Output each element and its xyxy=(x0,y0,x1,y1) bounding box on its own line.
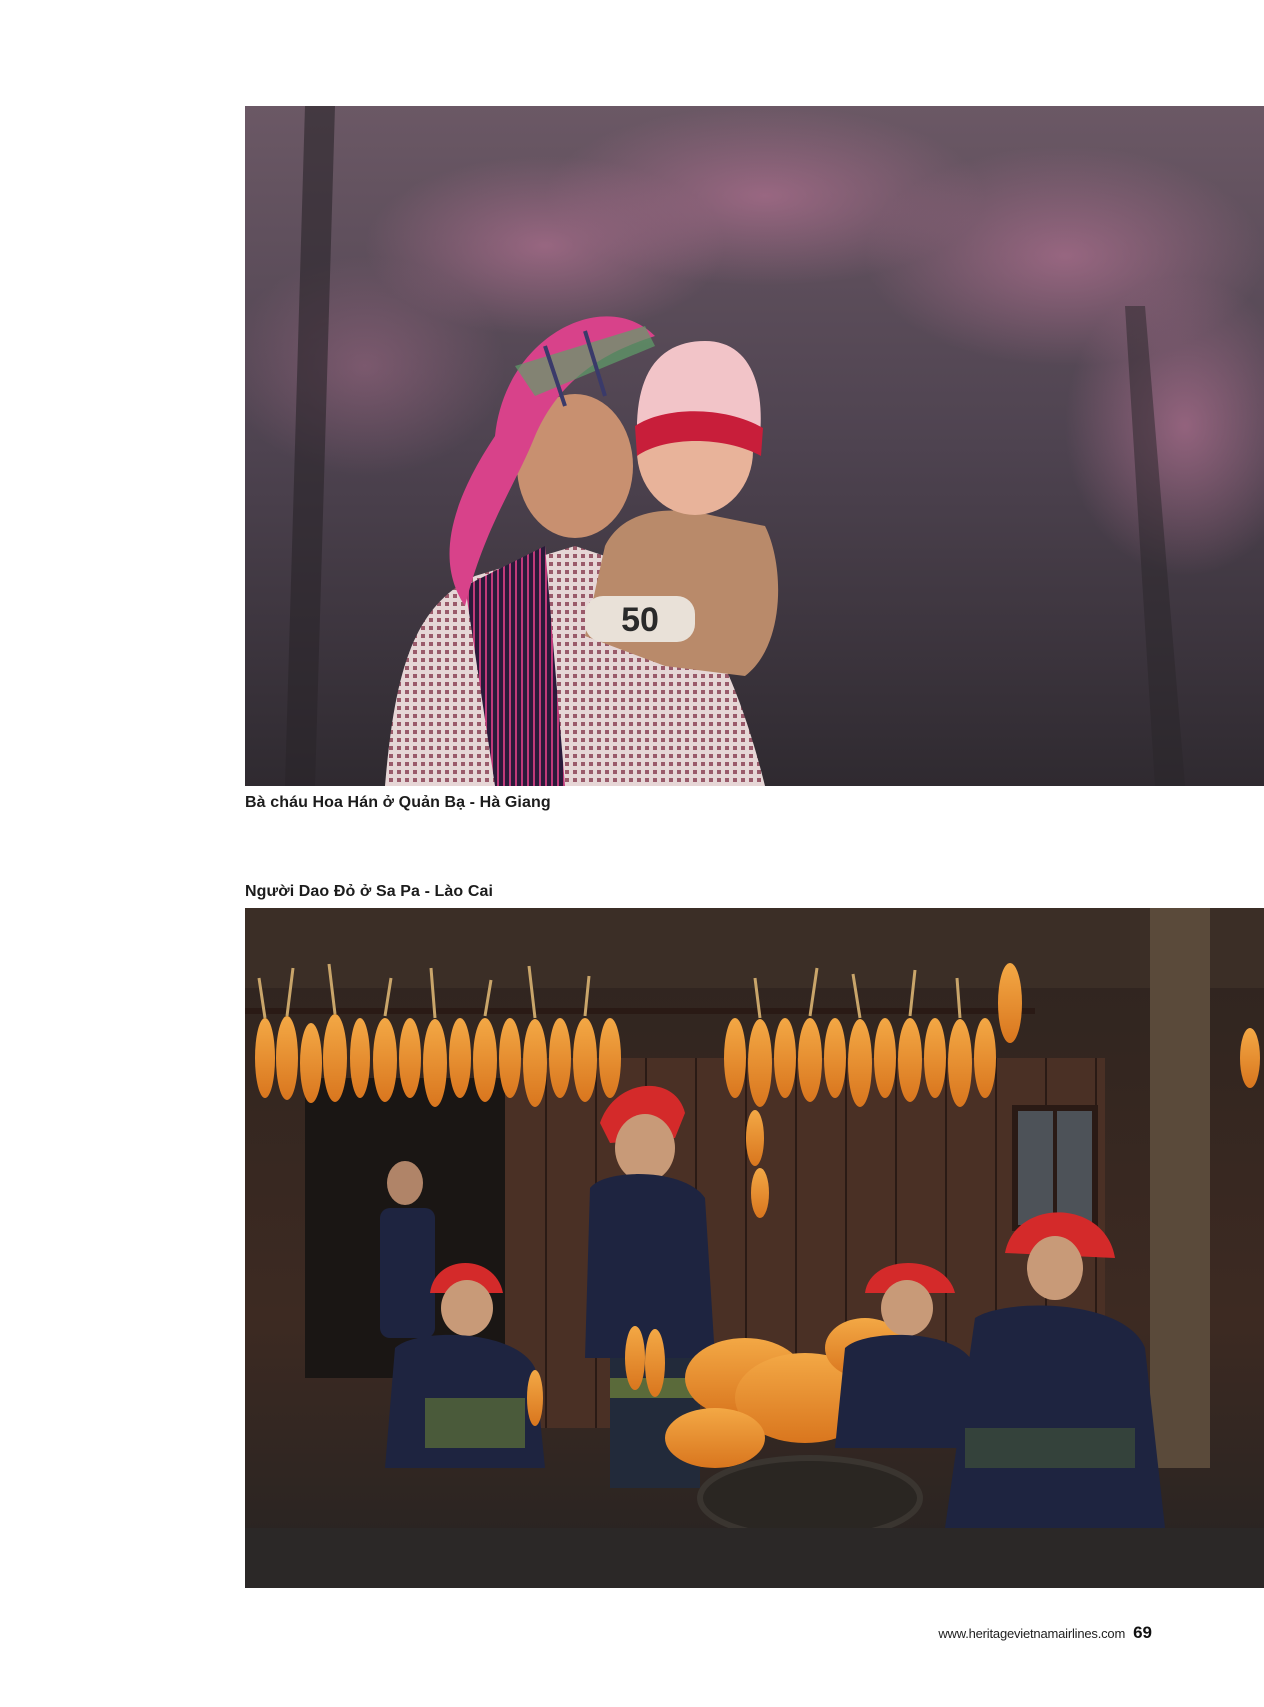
page-footer: www.heritagevietnamairlines.com 69 xyxy=(938,1623,1152,1643)
jersey-number: 50 xyxy=(621,601,659,639)
website-url[interactable]: www.heritagevietnamairlines.com xyxy=(938,1626,1125,1641)
photo-red-dao-women-image xyxy=(245,908,1264,1588)
photo-caption-top: Bà cháu Hoa Hán ở Quản Bạ - Hà Giang xyxy=(245,794,551,811)
page-number: 69 xyxy=(1133,1623,1152,1642)
photo-grandmother-grandchild: 50 xyxy=(245,106,1264,786)
photo-grandmother-grandchild-image: 50 xyxy=(245,106,1264,786)
photo-red-dao-women xyxy=(245,908,1264,1588)
photo-caption-bottom: Người Dao Đỏ ở Sa Pa - Lào Cai xyxy=(245,883,494,900)
